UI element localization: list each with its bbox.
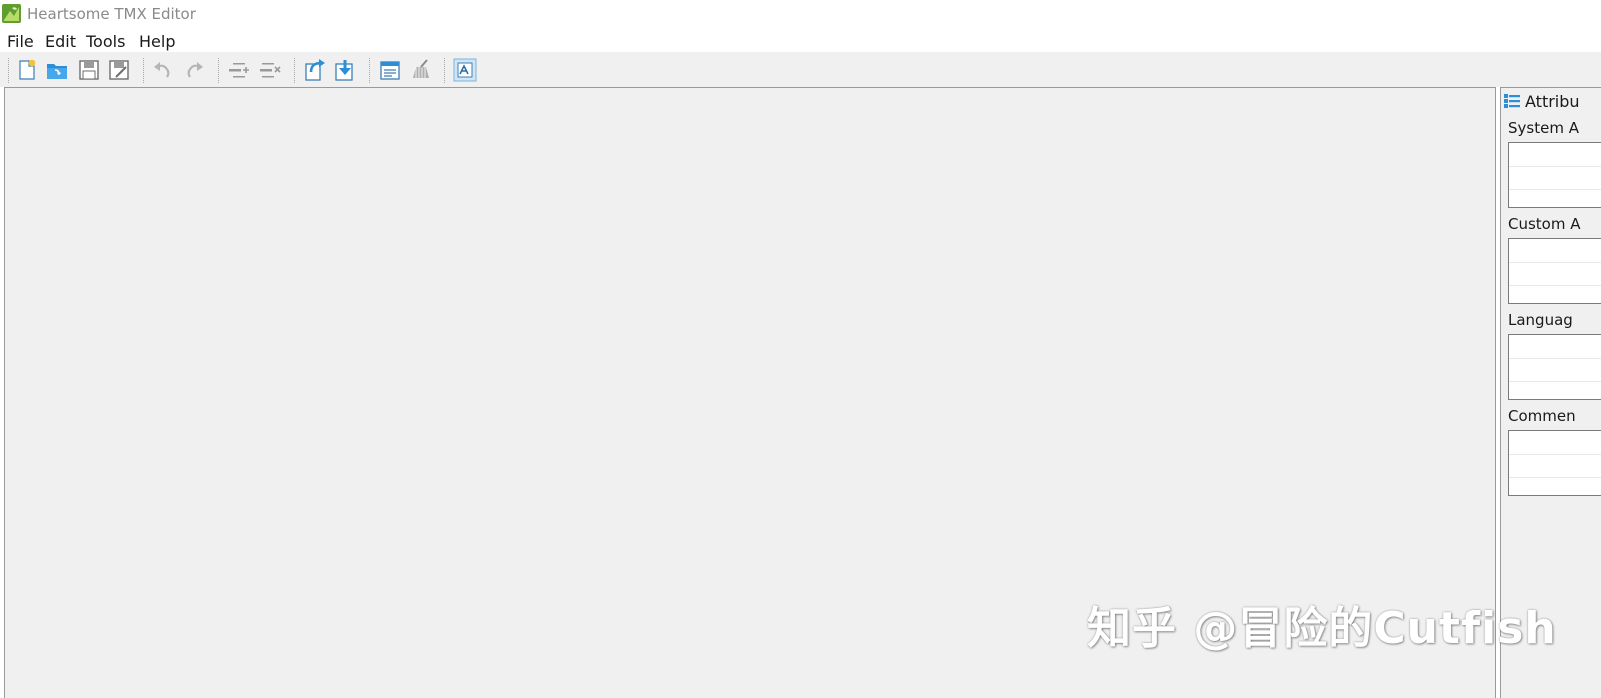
table-row [1509, 189, 1601, 190]
filter-icon [453, 58, 477, 82]
menu-help[interactable]: Help [139, 32, 175, 51]
save-button[interactable] [77, 58, 101, 82]
new-file-button[interactable] [15, 58, 39, 82]
table-row [1509, 477, 1601, 478]
comments-label: Commen [1508, 407, 1576, 425]
redo-icon [187, 62, 203, 78]
toolbar-separator [143, 58, 145, 83]
table-row [1509, 381, 1601, 382]
undo-button[interactable] [151, 58, 175, 82]
title-bar: Heartsome TMX Editor [0, 0, 1601, 27]
properties-icon [380, 61, 400, 80]
attributes-panel-title: Attribu [1525, 92, 1580, 111]
undo-icon [154, 62, 170, 78]
menu-edit[interactable]: Edit [45, 32, 76, 51]
export-button[interactable] [333, 58, 357, 82]
table-row [1509, 166, 1601, 167]
menu-tools[interactable]: Tools [86, 32, 125, 51]
filter-button[interactable] [453, 58, 477, 82]
editor-area[interactable] [4, 87, 1496, 698]
language-attributes-label: Languag [1508, 311, 1573, 329]
table-row [1509, 262, 1601, 263]
cleanup-button[interactable] [408, 58, 432, 82]
menu-file[interactable]: File [7, 32, 34, 51]
list-icon [1504, 94, 1520, 108]
attributes-panel: Attribu System A Custom A Languag Commen [1500, 87, 1601, 698]
language-attributes-table[interactable] [1508, 334, 1601, 400]
redo-button[interactable] [182, 58, 206, 82]
delete-unit-button[interactable] [258, 58, 282, 82]
add-unit-button[interactable] [227, 58, 251, 82]
custom-attributes-table[interactable] [1508, 238, 1601, 304]
table-row [1509, 358, 1601, 359]
toolbar-separator [8, 58, 10, 83]
table-row [1509, 454, 1601, 455]
menu-bar: File Edit Tools Help [0, 27, 1601, 52]
new-file-icon [19, 59, 36, 80]
toolbar-separator [218, 58, 220, 83]
open-file-button[interactable] [45, 58, 69, 82]
save-as-button[interactable] [107, 58, 131, 82]
comments-table[interactable] [1508, 430, 1601, 496]
heartsome-app-icon [2, 4, 21, 23]
import-button[interactable] [303, 58, 327, 82]
table-row [1509, 285, 1601, 286]
toolbar-separator [444, 58, 446, 83]
import-icon [305, 59, 325, 81]
save-as-icon [109, 60, 129, 80]
toolbar-separator [294, 58, 296, 83]
save-icon [79, 60, 99, 80]
properties-button[interactable] [378, 58, 402, 82]
window-title: Heartsome TMX Editor [27, 5, 196, 23]
system-attributes-table[interactable] [1508, 142, 1601, 208]
cleanup-icon [413, 59, 429, 78]
add-unit-icon [229, 63, 249, 78]
open-folder-icon [47, 64, 67, 79]
custom-attributes-label: Custom A [1508, 215, 1581, 233]
system-attributes-label: System A [1508, 119, 1579, 137]
delete-unit-icon [260, 63, 281, 78]
export-icon [335, 60, 353, 81]
toolbar [0, 52, 1601, 87]
toolbar-separator [369, 58, 371, 83]
